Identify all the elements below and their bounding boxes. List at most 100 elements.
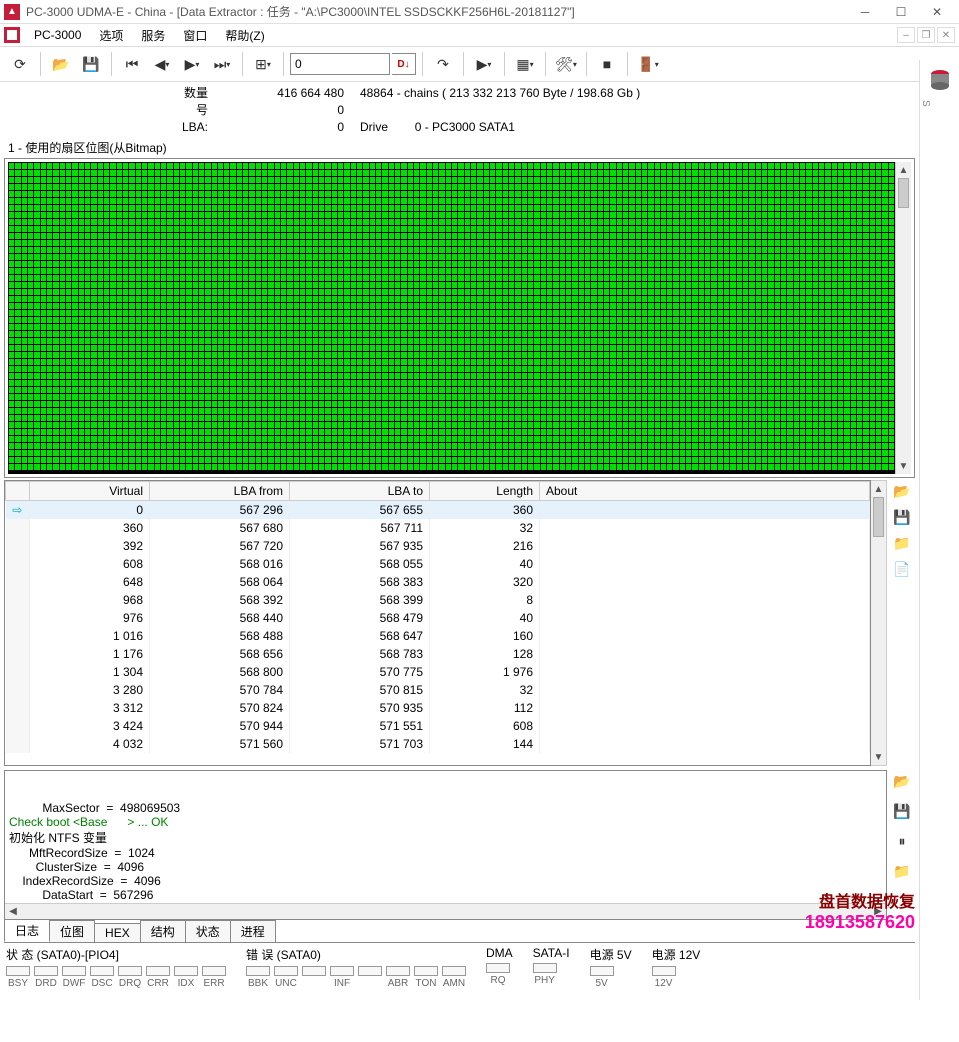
- play-icon[interactable]: ▶▾: [470, 50, 498, 78]
- led-: [358, 966, 382, 976]
- tab-5[interactable]: 进程: [230, 920, 276, 942]
- table-row[interactable]: 392567 720567 935216: [6, 537, 870, 555]
- menu-services[interactable]: 服务: [133, 25, 173, 46]
- first-icon[interactable]: ⏮: [118, 50, 146, 78]
- side-open-icon[interactable]: 📂: [891, 480, 913, 502]
- count-value: 416 664 480: [228, 86, 348, 100]
- log-open-icon[interactable]: 📂: [891, 770, 913, 792]
- export-icon[interactable]: ↷: [429, 50, 457, 78]
- table-row[interactable]: 3 424570 944571 551608: [6, 717, 870, 735]
- table-scroll-down[interactable]: ▼: [871, 749, 886, 765]
- tools-icon[interactable]: 🛠▾: [552, 50, 580, 78]
- table-row[interactable]: 976568 440568 47940: [6, 609, 870, 627]
- toolbar: ⟳ 📂 💾 ⏮ ◀▾ ▶▾ ⏭▾ ⊞▾ D↓ ↷ ▶▾ ▦▾ 🛠▾ ■ 🚪▾: [0, 46, 959, 82]
- table-row[interactable]: 1 304568 800570 7751 976: [6, 663, 870, 681]
- col-virtual[interactable]: Virtual: [30, 482, 150, 501]
- table-row[interactable]: 3 312570 824570 935112: [6, 699, 870, 717]
- mdi-minimize[interactable]: –: [897, 27, 915, 43]
- table-row[interactable]: 968568 392568 3998: [6, 591, 870, 609]
- minimize-button[interactable]: ─: [847, 1, 883, 23]
- status-sata-label: 状 态 (SATA0)-[PIO4]: [6, 946, 226, 963]
- menu-window[interactable]: 窗口: [175, 25, 215, 46]
- led-label: PHY: [534, 975, 555, 986]
- table-row[interactable]: ⇨0567 296567 655360: [6, 501, 870, 519]
- tab-2[interactable]: HEX: [94, 923, 141, 942]
- col-lbafrom[interactable]: LBA from: [150, 482, 290, 501]
- led-amn: [442, 966, 466, 976]
- scroll-up-icon[interactable]: ▲: [896, 162, 911, 178]
- log-line: MftRecordSize = 1024: [9, 846, 882, 860]
- table-scrollbar[interactable]: ▲ ▼: [871, 480, 887, 766]
- log-line: IndexRecordSize = 4096: [9, 874, 882, 888]
- drive-icon[interactable]: [926, 66, 954, 94]
- matrix-icon[interactable]: ▦▾: [511, 50, 539, 78]
- log-pause-icon[interactable]: ⏸: [891, 830, 913, 852]
- lba-value: 0: [228, 120, 348, 134]
- table-scroll-up[interactable]: ▲: [871, 481, 886, 497]
- led-: [302, 966, 326, 976]
- scroll-thumb[interactable]: [898, 178, 909, 208]
- menu-help[interactable]: 帮助(Z): [217, 25, 272, 46]
- last-icon[interactable]: ⏭▾: [208, 50, 236, 78]
- mdi-restore[interactable]: ❐: [917, 27, 935, 43]
- table-row[interactable]: 1 016568 488568 647160: [6, 627, 870, 645]
- table-row[interactable]: 648568 064568 383320: [6, 573, 870, 591]
- grid-icon[interactable]: ⊞▾: [249, 50, 277, 78]
- next-icon[interactable]: ▶▾: [178, 50, 206, 78]
- log-folder-icon[interactable]: 📁: [891, 860, 913, 882]
- log-line: 初始化 NTFS 变量: [9, 829, 882, 846]
- open-icon[interactable]: 📂: [47, 50, 75, 78]
- lba-go-button[interactable]: D↓: [392, 53, 416, 75]
- menu-pc3000[interactable]: PC-3000: [26, 26, 89, 44]
- tab-0[interactable]: 日志: [4, 919, 50, 942]
- log-save-icon[interactable]: 💾: [891, 800, 913, 822]
- hscroll-left[interactable]: ◀: [5, 906, 21, 917]
- table-row[interactable]: 360567 680567 71132: [6, 519, 870, 537]
- lba-input[interactable]: [290, 53, 390, 75]
- num-value: 0: [228, 103, 348, 117]
- side-save-icon[interactable]: 💾: [891, 506, 913, 528]
- col-lbato[interactable]: LBA to: [290, 482, 430, 501]
- refresh-icon[interactable]: ⟳: [6, 50, 34, 78]
- exit-icon[interactable]: 🚪▾: [634, 50, 662, 78]
- led-unc: [274, 966, 298, 976]
- log-line: MaxSector = 498069503: [9, 801, 882, 815]
- mdi-close[interactable]: ✕: [937, 27, 955, 43]
- menu-options[interactable]: 选项: [91, 25, 131, 46]
- table-row[interactable]: 4 032571 560571 703144: [6, 735, 870, 753]
- log-line: Check boot <Base > ... OK: [9, 815, 882, 829]
- status-dma-label: DMA: [486, 946, 513, 960]
- table-row[interactable]: 1 176568 656568 783128: [6, 645, 870, 663]
- menubar: PC-3000 选项 服务 窗口 帮助(Z) – ❐ ✕: [0, 24, 959, 46]
- led-label: 5V: [595, 978, 607, 989]
- table-row[interactable]: 608568 016568 05540: [6, 555, 870, 573]
- prev-icon[interactable]: ◀▾: [148, 50, 176, 78]
- window-title: PC-3000 UDMA-E - China - [Data Extractor…: [26, 3, 847, 20]
- table-scroll-thumb[interactable]: [873, 497, 884, 537]
- hscroll-right[interactable]: ▶: [870, 906, 886, 917]
- scroll-down-icon[interactable]: ▼: [896, 458, 911, 474]
- close-button[interactable]: ✕: [919, 1, 955, 23]
- maximize-button[interactable]: ☐: [883, 1, 919, 23]
- led-label: 12V: [655, 978, 673, 989]
- led-bsy: [6, 966, 30, 976]
- led-label: BBK: [248, 978, 268, 989]
- col-length[interactable]: Length: [430, 482, 540, 501]
- drive-value: 0 - PC3000 SATA1: [415, 120, 515, 134]
- tab-4[interactable]: 状态: [185, 920, 231, 942]
- count-label: 数量: [158, 84, 208, 101]
- tab-3[interactable]: 结构: [140, 920, 186, 942]
- bitmap-title: 1 - 使用的扇区位图(从Bitmap): [0, 137, 919, 158]
- log-hscroll[interactable]: ◀ ▶: [5, 903, 886, 919]
- tab-1[interactable]: 位图: [49, 920, 95, 942]
- side-folder-icon[interactable]: 📁: [891, 532, 913, 554]
- bitmap-grid[interactable]: [8, 162, 895, 474]
- col-marker[interactable]: [6, 482, 30, 501]
- bitmap-scrollbar[interactable]: ▲ ▼: [895, 162, 911, 474]
- save-icon[interactable]: 💾: [77, 50, 105, 78]
- side-doc-icon[interactable]: 📄: [891, 558, 913, 580]
- col-about[interactable]: About: [540, 482, 870, 501]
- stop-icon[interactable]: ■: [593, 50, 621, 78]
- led-12v: [652, 966, 676, 976]
- table-row[interactable]: 3 280570 784570 81532: [6, 681, 870, 699]
